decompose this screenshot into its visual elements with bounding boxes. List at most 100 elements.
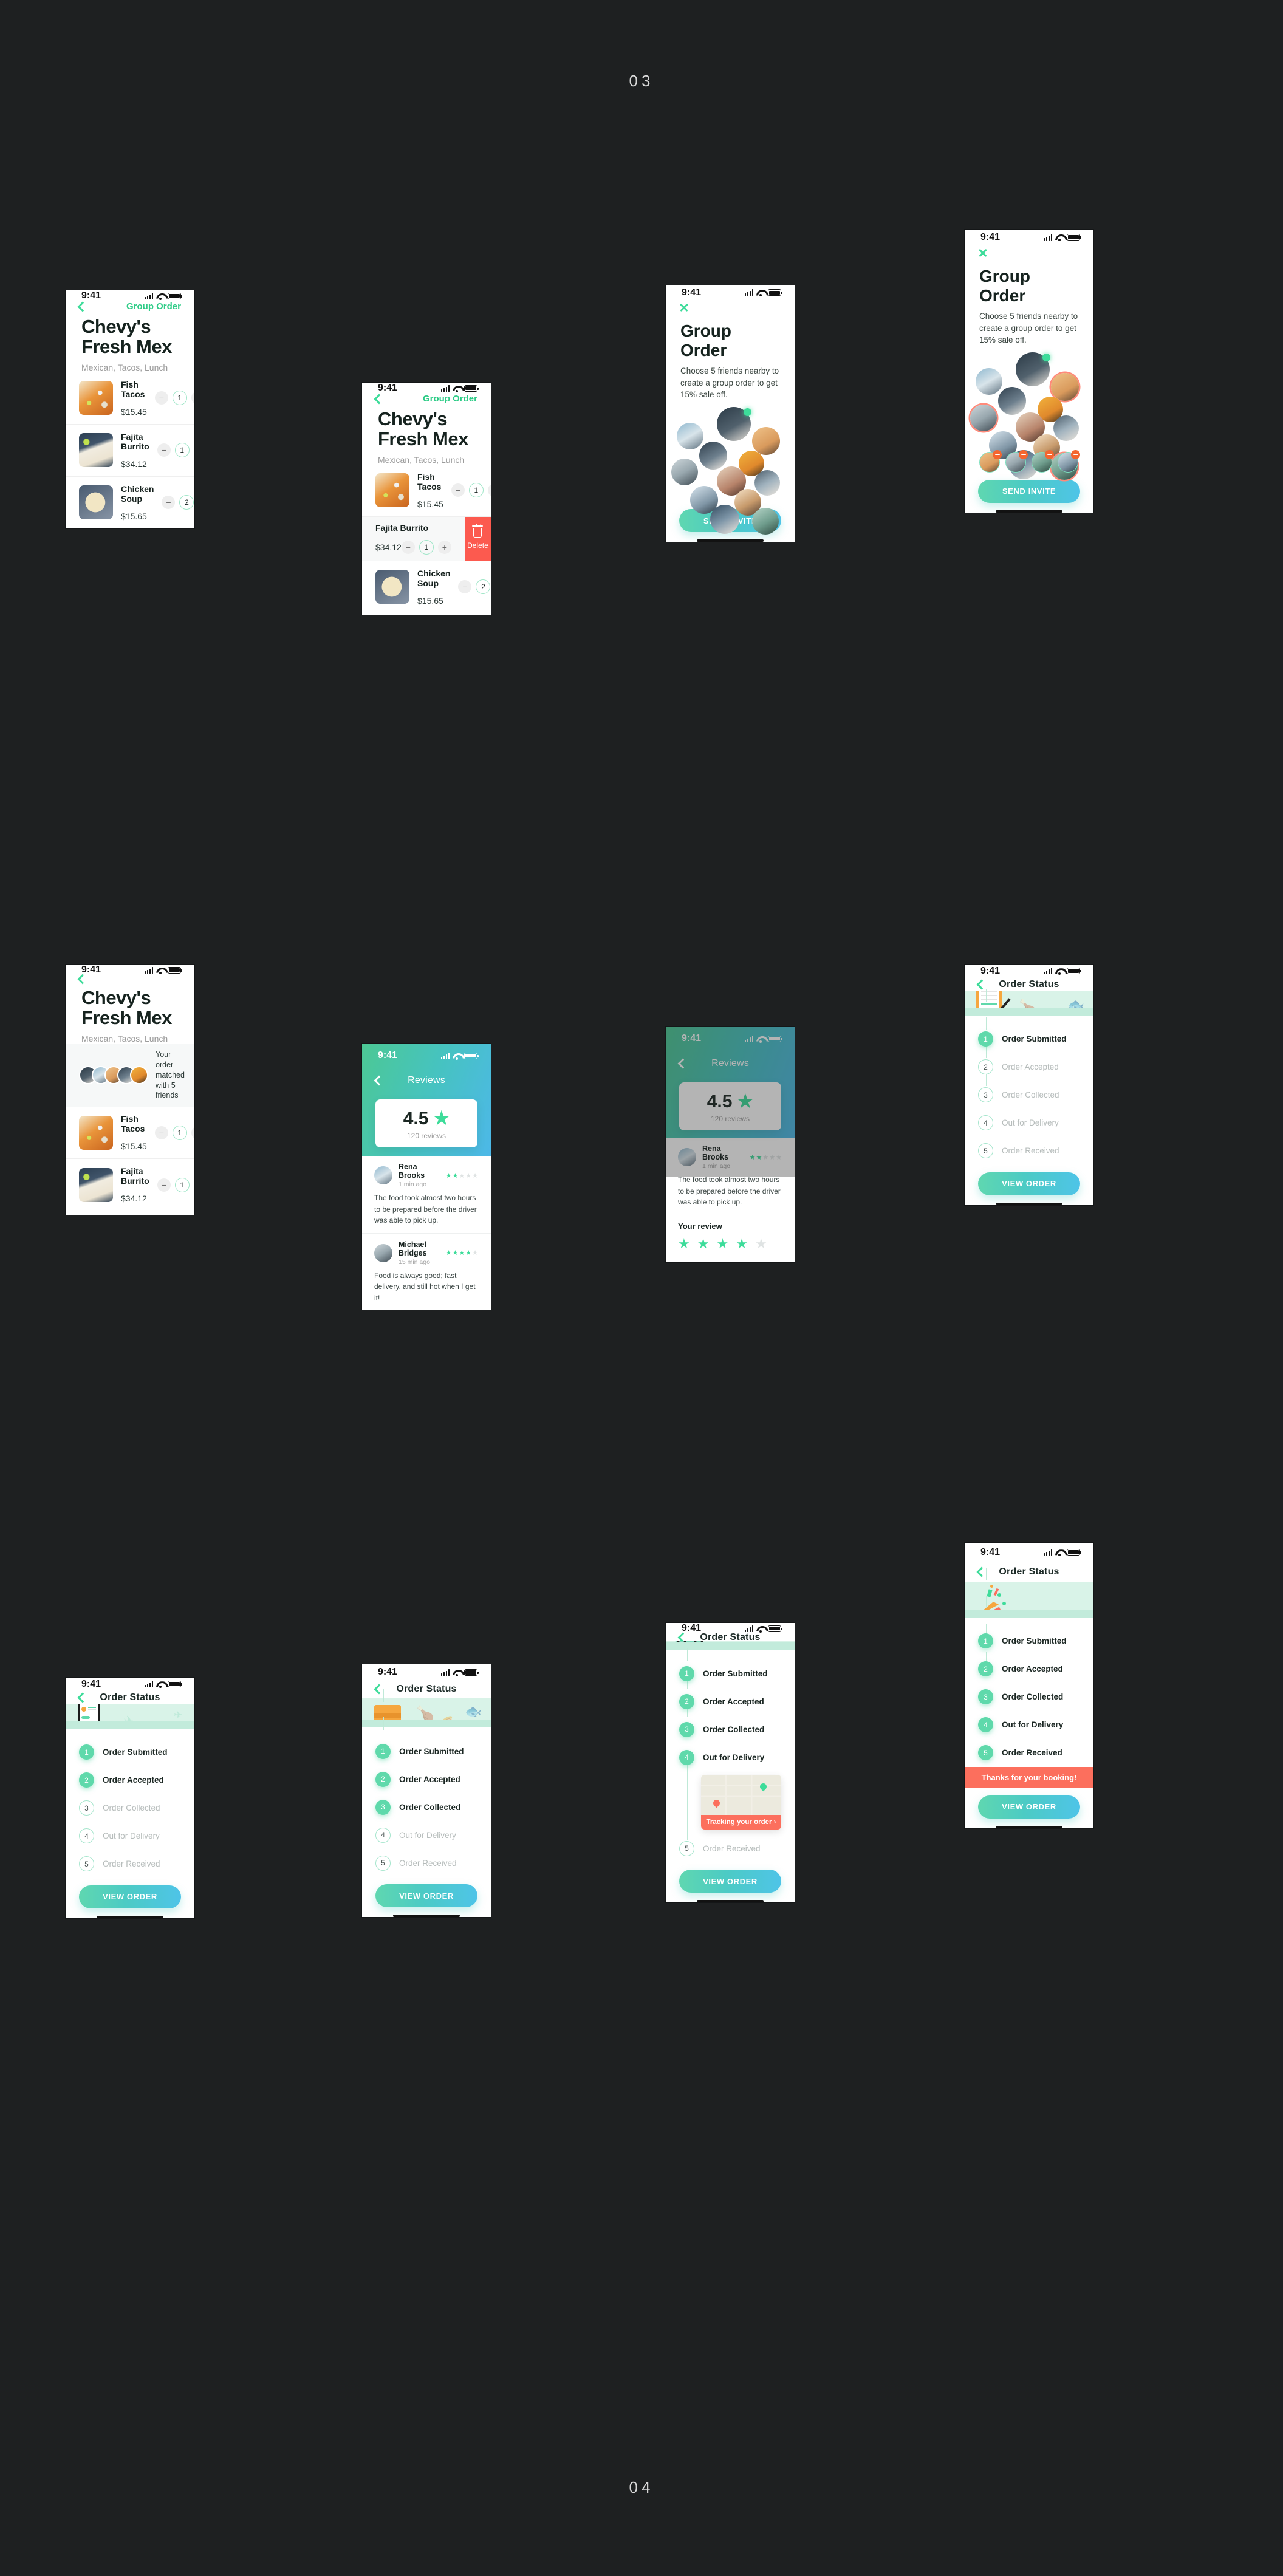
quantity-stepper[interactable]: − 1 + [154, 391, 194, 406]
step-label: Order Received [1002, 1748, 1062, 1758]
quantity-stepper[interactable]: − 1 + [451, 483, 491, 498]
remove-friend-icon[interactable] [1071, 449, 1080, 459]
group-order-link[interactable]: Group Order [423, 394, 477, 404]
remove-friend-icon[interactable] [1019, 449, 1028, 459]
order-steps: 1 Order Submitted 2 Order Accepted 3 Ord… [66, 1703, 194, 1878]
decrement-button[interactable]: − [157, 443, 171, 457]
view-order-button[interactable]: VIEW ORDER [978, 1795, 1080, 1819]
cart-item-row[interactable]: Fish Tacos $15.45 − 1 + [66, 372, 194, 425]
order-step: 3 Order Collected [66, 1794, 194, 1822]
order-steps: 1 Order Submitted 2 Order Accepted 3 Ord… [965, 1568, 1093, 1767]
friend-avatar[interactable] [1015, 352, 1050, 386]
decrement-button[interactable]: − [162, 496, 176, 510]
review-item: Michael Bridges 15 min ago ★★★★★ Food is… [362, 1234, 491, 1310]
step-number: 2 [679, 1693, 694, 1709]
review-input-bar[interactable]: Type something... [666, 1256, 795, 1262]
cart-item-row[interactable]: Fish Tacos $15.45 − 1 + [362, 465, 491, 517]
selected-friend-avatar[interactable] [979, 449, 1002, 473]
cellular-signal-icon [440, 1052, 450, 1059]
delivery-map-card[interactable]: Tracking your order › [701, 1775, 781, 1830]
friend-avatar[interactable] [1050, 372, 1079, 401]
cart-item-row[interactable]: Fajita Burrito $34.12 − 1 + [66, 425, 194, 477]
decrement-button[interactable]: − [154, 1126, 168, 1139]
friends-picker[interactable] [666, 406, 795, 535]
group-order-link[interactable]: Group Order [126, 301, 181, 312]
view-order-button[interactable]: VIEW ORDER [79, 1885, 181, 1908]
cart-item-row[interactable]: Fajita Burrito $34.12 − 1 + [66, 1159, 194, 1212]
selected-friend-avatar[interactable] [1032, 449, 1054, 473]
delete-button[interactable]: Delete [464, 516, 491, 561]
back-icon[interactable] [374, 394, 385, 404]
battery-icon [464, 1669, 479, 1676]
step-number: 3 [978, 1689, 993, 1705]
nav-bar [965, 245, 1093, 261]
order-step: 5 Order Received [362, 1849, 491, 1877]
decrement-button[interactable]: − [401, 540, 415, 554]
cart-item-row[interactable]: Chicken Soup $15.65 − 2 + [66, 1211, 194, 1215]
quantity-stepper[interactable]: − 1 + [401, 539, 451, 555]
remove-friend-icon[interactable] [1045, 449, 1054, 459]
back-icon[interactable] [77, 301, 88, 312]
cart-item-row-swiped[interactable]: Fajita Burrito $34.12 − 1 + Delete [362, 516, 491, 561]
status-time: 9:41 [81, 1678, 101, 1689]
selected-friend-avatar[interactable] [1005, 449, 1028, 473]
friends-picker[interactable] [965, 352, 1093, 480]
view-order-button[interactable]: VIEW ORDER [978, 1172, 1080, 1195]
quantity-stepper[interactable]: − 1 + [157, 443, 194, 458]
nav-bar: Reviews [362, 1068, 491, 1093]
friend-avatar[interactable] [997, 387, 1026, 415]
quantity-stepper[interactable]: − 2 + [162, 495, 194, 510]
quantity-stepper[interactable]: − 2 + [458, 579, 491, 595]
close-icon[interactable] [679, 302, 689, 312]
cellular-signal-icon [440, 1669, 450, 1676]
increment-button[interactable]: + [487, 483, 491, 497]
view-order-button[interactable]: VIEW ORDER [679, 1870, 781, 1893]
cart-item-row[interactable]: Fish Tacos $15.45 − 1 + [66, 1107, 194, 1160]
close-icon[interactable] [978, 248, 988, 258]
food-thumbnail [79, 381, 113, 415]
quantity-stepper[interactable]: − 1 + [157, 1177, 194, 1192]
friend-avatar[interactable] [699, 441, 727, 470]
star-icon: ★ [472, 1172, 479, 1180]
wifi-icon [1055, 968, 1064, 975]
friend-avatar[interactable] [970, 404, 997, 431]
cart-item-row[interactable]: Chicken Soup $15.65 − 2 + [66, 477, 194, 528]
add-more-items-link[interactable]: Add more items [362, 613, 491, 615]
remove-friend-icon[interactable] [993, 449, 1002, 459]
selected-friend-avatar[interactable] [1058, 449, 1080, 473]
back-icon[interactable] [77, 974, 88, 985]
order-step: 1 Order Submitted [362, 1737, 491, 1765]
view-order-button[interactable]: VIEW ORDER [375, 1884, 477, 1907]
phone-mockup: 9:41 Chevy's Fresh Mex Mexican, Tacos, L… [66, 965, 194, 1215]
cellular-signal-icon [144, 966, 153, 974]
quantity-stepper[interactable]: − 1 + [154, 1125, 194, 1140]
friend-avatar[interactable] [716, 406, 751, 441]
cart-item-row[interactable]: Chicken Soup $15.65 − 2 + [362, 561, 491, 613]
send-invite-button[interactable]: SEND INVITE [978, 479, 1080, 503]
friend-avatar[interactable] [677, 422, 704, 449]
step-label: Order Accepted [399, 1774, 460, 1784]
increment-button[interactable]: + [437, 540, 451, 554]
step-label: Order Accepted [1002, 1062, 1059, 1072]
review-body: The food took almost two hours to be pre… [374, 1194, 477, 1225]
increment-button[interactable]: + [191, 391, 194, 405]
friend-avatar[interactable] [754, 470, 780, 496]
step-label: Order Submitted [399, 1746, 464, 1756]
status-time: 9:41 [980, 1546, 1001, 1557]
step-label: Order Submitted [103, 1748, 168, 1757]
increment-button[interactable]: + [191, 1126, 194, 1139]
decrement-button[interactable]: − [458, 580, 472, 594]
decrement-button[interactable]: − [157, 1178, 171, 1192]
quantity-value: 1 [419, 539, 434, 555]
decrement-button[interactable]: − [451, 483, 465, 497]
friend-avatar[interactable] [976, 368, 1003, 395]
tracking-button[interactable]: Tracking your order › [701, 1815, 781, 1830]
friend-avatar[interactable] [751, 427, 780, 456]
friend-avatar[interactable] [710, 504, 739, 534]
friend-avatar[interactable] [1053, 415, 1079, 441]
decrement-button[interactable]: − [154, 391, 168, 405]
map-image [701, 1775, 781, 1815]
friend-avatar[interactable] [671, 459, 699, 486]
your-review-rating[interactable]: ★ ★ ★ ★ ★ [666, 1231, 795, 1252]
friend-avatar[interactable] [751, 508, 779, 535]
